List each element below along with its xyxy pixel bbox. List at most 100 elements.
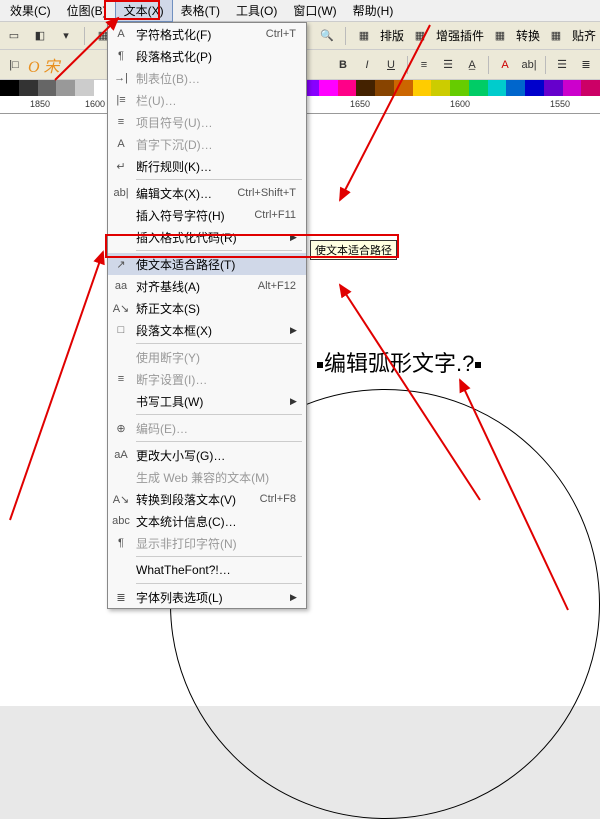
italic-icon[interactable]: I [357, 55, 377, 75]
menu-item[interactable]: ↵断行规则(K)… [108, 155, 306, 177]
menu-item-label: 断字设置(I)… [132, 371, 300, 388]
menu-item-icon: ≡ [110, 370, 132, 388]
menu-item[interactable]: ≣字体列表选项(L)▶ [108, 586, 306, 608]
menu-help[interactable]: 帮助(H) [345, 0, 402, 21]
dropdown-icon[interactable]: ▾ [56, 26, 76, 46]
menu-item: A首字下沉(D)… [108, 133, 306, 155]
menu-item-icon: □ [110, 321, 132, 339]
menu-item[interactable]: WhatTheFont?!… [108, 559, 306, 581]
tooltip-fit-path: 使文本适合路径 [310, 240, 397, 260]
menu-bitmap[interactable]: 位图(B) [59, 0, 115, 21]
menu-item[interactable]: ab|编辑文本(X)…Ctrl+Shift+T [108, 182, 306, 204]
menu-item-label: 使文本适合路径(T) [132, 256, 300, 273]
menu-window[interactable]: 窗口(W) [285, 0, 344, 21]
bold-icon[interactable]: B [333, 55, 353, 75]
menu-item[interactable]: A↘转换到段落文本(V)Ctrl+F8 [108, 488, 306, 510]
menu-item-label: 首字下沉(D)… [132, 136, 300, 153]
menu-item[interactable]: □段落文本框(X)▶ [108, 319, 306, 341]
menu-item-label: 编辑文本(X)… [132, 185, 237, 202]
menu-item-icon: A↘ [110, 490, 132, 508]
underline-icon[interactable]: U [381, 55, 401, 75]
menu-item-label: 书写工具(W) [132, 393, 290, 410]
menu-item: →|制表位(B)… [108, 67, 306, 89]
menu-item-icon: A↘ [110, 299, 132, 317]
menu-item[interactable]: A字符格式化(F)Ctrl+T [108, 23, 306, 45]
menu-item-icon [110, 392, 132, 410]
para2-icon[interactable]: ≣ [576, 55, 596, 75]
align-left-icon[interactable]: ≡ [414, 55, 434, 75]
ruler-tick-label: 1550 [550, 99, 570, 109]
ruler-tick-label: 1850 [30, 99, 50, 109]
menu-item-label: 显示非打印字符(N) [132, 535, 300, 552]
menu-item-icon [110, 228, 132, 246]
menu-item-label: 字符格式化(F) [132, 26, 266, 43]
plugin-icon[interactable]: ▦ [410, 26, 430, 46]
menu-tools[interactable]: 工具(O) [228, 0, 285, 21]
zoom-in-icon[interactable]: 🔍 [317, 26, 337, 46]
shape-tool-icon[interactable]: ▭ [4, 26, 24, 46]
indent-icon[interactable]: A̲ [462, 55, 482, 75]
snap-icon[interactable]: ▦ [546, 26, 566, 46]
snap-label[interactable]: 贴齐 [572, 27, 596, 44]
layout-icon[interactable]: ▦ [354, 26, 374, 46]
ruler-tick-label: 1650 [350, 99, 370, 109]
menu-item-shortcut: Ctrl+Shift+T [237, 187, 300, 199]
menu-item: ≡项目符号(U)… [108, 111, 306, 133]
menu-item-label: 栏(U)… [132, 92, 300, 109]
menu-item[interactable]: ↗使文本适合路径(T) [108, 253, 306, 275]
text-sample: O 宋 [28, 53, 60, 77]
menu-item-shortcut: Ctrl+F11 [254, 209, 300, 221]
submenu-arrow-icon: ▶ [290, 396, 300, 407]
menu-item-icon: ab| [110, 184, 132, 202]
menu-item-shortcut: Ctrl+F8 [260, 493, 300, 505]
menu-item-label: 插入格式化代码(R) [132, 229, 290, 246]
menu-item-label: 使用断字(Y) [132, 349, 300, 366]
menu-table[interactable]: 表格(T) [173, 0, 228, 21]
menu-effects[interactable]: 效果(C) [2, 0, 59, 21]
menu-item-shortcut: Alt+F12 [258, 280, 300, 292]
para-icon[interactable]: ☰ [552, 55, 572, 75]
text-tool-icon[interactable]: |□ [4, 55, 24, 75]
menu-item[interactable]: 插入符号字符(H)Ctrl+F11 [108, 204, 306, 226]
menu-item[interactable]: ¶段落格式化(P) [108, 45, 306, 67]
menu-item-icon: ↵ [110, 157, 132, 175]
menu-item-label: WhatTheFont?!… [132, 563, 300, 577]
menubar: 效果(C) 位图(B) 文本(X) 表格(T) 工具(O) 窗口(W) 帮助(H… [0, 0, 600, 22]
selected-text-object[interactable]: 编辑弧形文字.? [316, 346, 482, 378]
menu-item-icon: ≣ [110, 588, 132, 606]
convert-label[interactable]: 转换 [516, 27, 540, 44]
ruler-tick-label: 1600 [85, 99, 105, 109]
menu-text[interactable]: 文本(X) [115, 0, 173, 22]
menu-item-icon: ¶ [110, 47, 132, 65]
menu-item: 生成 Web 兼容的文本(M) [108, 466, 306, 488]
menu-item-label: 编码(E)… [132, 420, 300, 437]
callout-icon[interactable]: ◧ [30, 26, 50, 46]
menu-item[interactable]: 插入格式化代码(R)▶ [108, 226, 306, 248]
menu-item-icon [110, 206, 132, 224]
menu-item[interactable]: 书写工具(W)▶ [108, 390, 306, 412]
layout-label[interactable]: 排版 [380, 27, 404, 44]
menu-item-icon [110, 561, 132, 579]
plugin-label[interactable]: 增强插件 [436, 27, 484, 44]
font-color-icon[interactable]: A [495, 55, 515, 75]
menu-item[interactable]: abc文本统计信息(C)… [108, 510, 306, 532]
menu-item-shortcut: Ctrl+T [266, 28, 300, 40]
submenu-arrow-icon: ▶ [290, 592, 300, 603]
menu-item-icon [110, 348, 132, 366]
char-format-icon[interactable]: ab| [519, 55, 539, 75]
menu-item-icon: ≡ [110, 113, 132, 131]
menu-item-icon: A [110, 135, 132, 153]
menu-item[interactable]: aa对齐基线(A)Alt+F12 [108, 275, 306, 297]
menu-item[interactable]: A↘矫正文本(S) [108, 297, 306, 319]
menu-item-label: 断行规则(K)… [132, 158, 300, 175]
list-icon[interactable]: ☰ [438, 55, 458, 75]
menu-item-label: 项目符号(U)… [132, 114, 300, 131]
menu-item[interactable]: aA更改大小写(G)… [108, 444, 306, 466]
menu-item: 使用断字(Y) [108, 346, 306, 368]
menu-item-label: 段落格式化(P) [132, 48, 300, 65]
menu-item-label: 矫正文本(S) [132, 300, 300, 317]
menu-item-icon: →| [110, 69, 132, 87]
menu-item-icon: ¶ [110, 534, 132, 552]
convert-icon[interactable]: ▦ [490, 26, 510, 46]
submenu-arrow-icon: ▶ [290, 325, 300, 336]
